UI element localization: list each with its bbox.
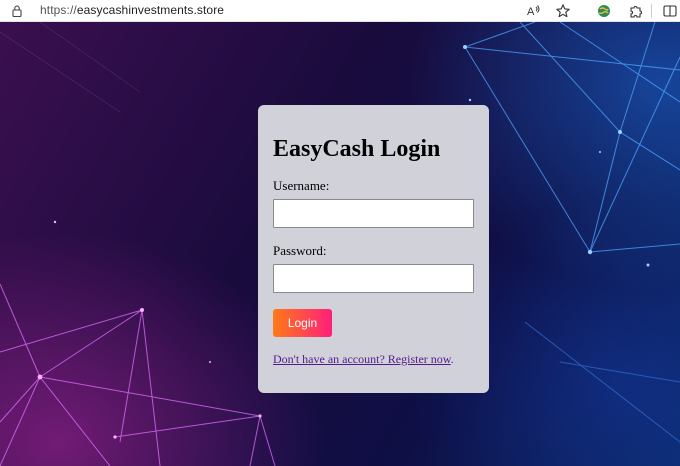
register-prompt: Don't have an account? Register now. bbox=[273, 352, 454, 367]
password-input[interactable] bbox=[273, 264, 474, 293]
register-suffix: . bbox=[450, 352, 454, 366]
address-url[interactable]: https://easycashinvestments.store bbox=[40, 3, 224, 17]
page-title: EasyCash Login bbox=[273, 136, 441, 162]
svg-text:A: A bbox=[527, 6, 535, 18]
username-input[interactable] bbox=[273, 199, 474, 228]
username-label: Username: bbox=[273, 178, 330, 193]
read-aloud-icon[interactable]: A bbox=[525, 3, 541, 19]
lock-icon[interactable] bbox=[10, 4, 24, 18]
favorite-star-icon[interactable] bbox=[555, 3, 571, 19]
extensions-puzzle-icon[interactable] bbox=[628, 3, 644, 19]
toolbar-separator bbox=[651, 4, 652, 18]
url-host: easycashinvestments.store bbox=[76, 3, 225, 17]
login-button[interactable]: Login bbox=[273, 309, 332, 337]
login-card: EasyCash Login Username: Password: Login… bbox=[258, 105, 489, 393]
url-scheme: https:// bbox=[40, 3, 77, 17]
extension-globe-icon[interactable] bbox=[596, 3, 612, 19]
register-link[interactable]: Don't have an account? Register now bbox=[273, 352, 451, 366]
password-label: Password: bbox=[273, 243, 327, 258]
split-screen-icon[interactable] bbox=[662, 3, 678, 19]
browser-address-bar: https://easycashinvestments.store A bbox=[0, 0, 680, 22]
